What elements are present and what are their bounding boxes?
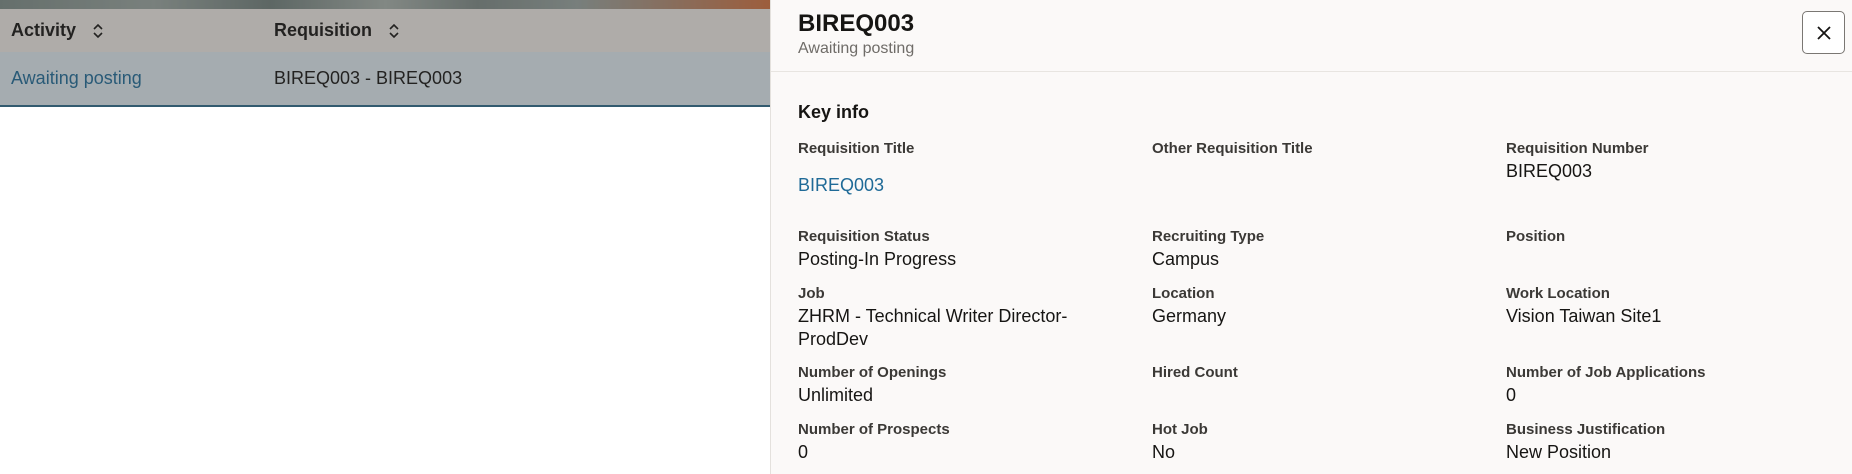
field-value: No <box>1152 442 1176 462</box>
field-label: Work Location <box>1506 285 1610 302</box>
column-header-requisition[interactable]: Requisition <box>274 9 400 52</box>
field-label: Number of Job Applications <box>1506 364 1706 381</box>
field-value: BIREQ003 <box>1506 161 1593 181</box>
requisition-activity-table: Activity Requisition Awaiting posting BI… <box>0 0 770 474</box>
banner-image <box>0 0 770 9</box>
close-button[interactable] <box>1802 11 1845 54</box>
field-label: Business Justification <box>1506 421 1666 438</box>
field-label: Other Requisition Title <box>1152 140 1313 157</box>
column-header-label: Requisition <box>274 20 372 40</box>
field-label: Job <box>798 285 825 302</box>
sort-icon[interactable] <box>388 22 400 40</box>
requisition-detail-drawer: BIREQ003 Awaiting posting Key info Requi… <box>770 0 1852 474</box>
field-label: Number of Openings <box>798 364 947 381</box>
drawer-subtitle: Awaiting posting <box>798 40 915 57</box>
field-other-requisition-title: Other Requisition Title <box>1152 140 1472 160</box>
field-recruiting-type: Recruiting Type Campus <box>1152 228 1472 271</box>
field-value: 0 <box>1506 385 1517 405</box>
field-value: ZHRM - Technical Writer Director-ProdDev <box>798 306 1068 349</box>
field-value: Campus <box>1152 249 1220 269</box>
field-label: Hired Count <box>1152 364 1238 381</box>
close-icon <box>1816 25 1831 40</box>
field-label: Recruiting Type <box>1152 228 1265 245</box>
field-requisition-title: Requisition Title BIREQ003 <box>798 140 1118 197</box>
field-label: Hot Job <box>1152 421 1208 438</box>
field-value: New Position <box>1506 442 1612 462</box>
table-row[interactable]: Awaiting posting BIREQ003 - BIREQ003 <box>0 52 770 107</box>
field-requisition-number: Requisition Number BIREQ003 <box>1506 140 1826 183</box>
field-label: Position <box>1506 228 1566 245</box>
field-job: Job ZHRM - Technical Writer Director-Pro… <box>798 285 1098 351</box>
field-value: 0 <box>798 442 809 462</box>
field-requisition-status: Requisition Status Posting-In Progress <box>798 228 1118 271</box>
field-label: Location <box>1152 285 1215 302</box>
field-label: Requisition Title <box>798 140 915 157</box>
table-header: Activity Requisition <box>0 9 770 52</box>
field-number-of-prospects: Number of Prospects 0 <box>798 421 1118 464</box>
sort-icon[interactable] <box>92 22 104 40</box>
field-number-of-job-applications: Number of Job Applications 0 <box>1506 364 1826 407</box>
requisition-cell: BIREQ003 - BIREQ003 <box>274 68 463 88</box>
field-value: Vision Taiwan Site1 <box>1506 306 1662 326</box>
column-header-activity[interactable]: Activity <box>11 9 104 52</box>
field-work-location: Work Location Vision Taiwan Site1 <box>1506 285 1826 328</box>
field-hired-count: Hired Count <box>1152 364 1472 384</box>
field-value: Germany <box>1152 306 1227 326</box>
field-label: Requisition Number <box>1506 140 1649 157</box>
requisition-title-link[interactable]: BIREQ003 <box>798 174 1118 197</box>
field-number-of-openings: Number of Openings Unlimited <box>798 364 1118 407</box>
column-header-label: Activity <box>11 20 77 40</box>
field-location: Location Germany <box>1152 285 1472 328</box>
field-value: Posting-In Progress <box>798 249 957 269</box>
drawer-header: BIREQ003 Awaiting posting <box>771 0 1852 72</box>
drawer-title: BIREQ003 <box>798 10 915 37</box>
field-business-justification: Business Justification New Position <box>1506 421 1826 464</box>
field-position: Position <box>1506 228 1826 248</box>
field-hot-job: Hot Job No <box>1152 421 1472 464</box>
field-label: Number of Prospects <box>798 421 950 438</box>
field-label: Requisition Status <box>798 228 930 245</box>
section-title-key-info: Key info <box>798 102 870 122</box>
activity-link[interactable]: Awaiting posting <box>11 52 142 105</box>
field-value: Unlimited <box>798 385 874 405</box>
